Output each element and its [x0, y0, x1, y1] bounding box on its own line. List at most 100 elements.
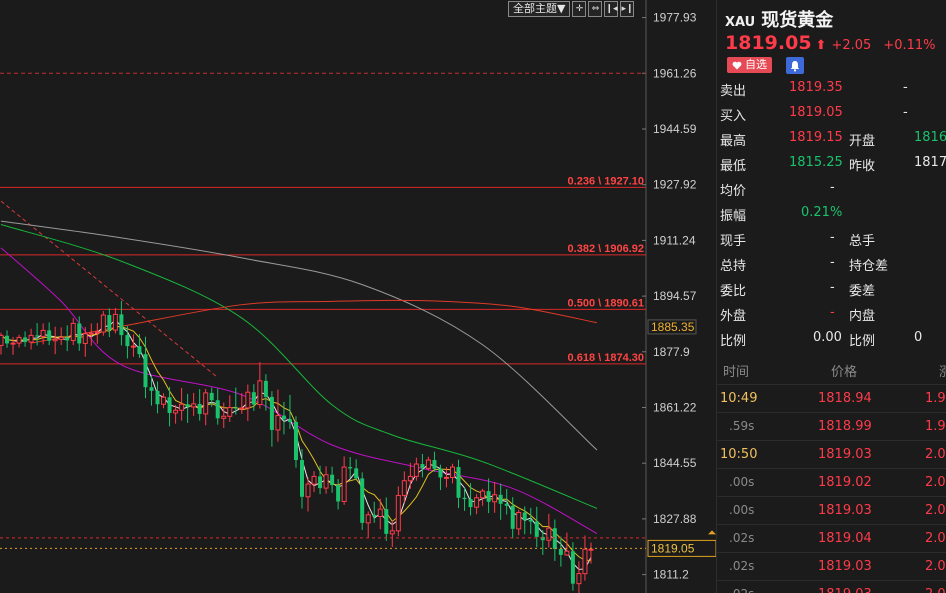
tick-row[interactable]: .02s 1819.04 2.04: [717, 524, 946, 553]
candle-body: [239, 407, 245, 410]
tick-row[interactable]: 10:50 1819.03 2.03: [717, 440, 946, 469]
field-label: 振幅: [720, 209, 747, 224]
candle-body: [52, 338, 58, 342]
field-label: 比例: [849, 334, 876, 349]
field-value: -: [903, 80, 908, 95]
candle-body: [372, 514, 377, 517]
tick-change: 2.03: [925, 447, 946, 462]
field-value: -: [830, 255, 835, 270]
crosshair-icon[interactable]: ✛: [572, 1, 587, 17]
candle-body: [564, 550, 570, 556]
last-price-marker-icon: [708, 530, 716, 535]
quote-field-row: 委比 - 委差: [717, 280, 946, 304]
quote-field-row: 卖出 1819.35 -: [717, 80, 946, 104]
candle-body: [185, 404, 190, 407]
tick-row[interactable]: 10:49 1818.94 1.94: [717, 384, 946, 413]
ticks-header-extra: 涨: [939, 361, 946, 380]
candle-body: [305, 483, 311, 498]
candle-body: [23, 337, 28, 343]
candle-body: [318, 476, 323, 489]
quote-field-row: 总持 - 持仓差: [717, 255, 946, 279]
tick-row[interactable]: .02s 1819.03 2.03: [717, 580, 946, 593]
watch-label: 自选: [745, 58, 767, 71]
fib-level-label: 0.236 \ 1927.10: [568, 175, 644, 187]
candle-body: [336, 485, 341, 502]
tick-time: 10:50: [720, 447, 758, 462]
candle-body: [504, 503, 509, 506]
tick-change: 2.03: [925, 587, 946, 593]
candle-body: [88, 332, 94, 335]
candle-body: [413, 463, 419, 477]
field-label: 持仓差: [849, 259, 889, 274]
chart-toolbar: 全部主题▼ ✛ ⇔ ❙◂ ▸❙: [508, 1, 635, 17]
y-tick-label: 1827.88: [653, 512, 697, 526]
candle-body: [203, 392, 209, 415]
kline-chart[interactable]: 1977.93 1961.26 1944.59 1927.92 1911.24 1894.…: [0, 0, 716, 593]
candle-body: [287, 419, 292, 422]
candle-body: [450, 466, 455, 478]
candle-body: [492, 494, 498, 503]
field-value: 1819.35: [789, 80, 843, 95]
candle-body: [546, 527, 552, 541]
candle-body: [420, 464, 425, 469]
candle-body: [540, 536, 545, 541]
candle-body: [119, 314, 124, 336]
tick-row[interactable]: .00s 1819.03 2.03: [717, 496, 946, 525]
candle-body: [257, 380, 263, 406]
quote-actions: 自选: [727, 57, 804, 74]
heart-icon: [732, 61, 742, 69]
field-value: -: [830, 230, 835, 245]
tick-price: 1819.02: [818, 475, 872, 490]
field-label: 比例: [720, 334, 747, 349]
candle-body: [143, 354, 148, 388]
moving-average-line: [0, 224, 598, 509]
candle-body: [384, 509, 389, 534]
trend-line: [0, 200, 219, 378]
moving-average-line: [0, 247, 598, 534]
tick-price: 1819.03: [818, 559, 872, 574]
alert-button[interactable]: [786, 57, 804, 74]
candle-body: [130, 345, 136, 348]
candle-body: [323, 474, 329, 489]
field-label: 总持: [720, 259, 747, 274]
candle-body: [365, 514, 371, 524]
candle-body: [137, 346, 142, 355]
candle-body: [263, 380, 268, 397]
candle-body: [161, 396, 167, 405]
quote-field-row: 最低 1815.25 昨收 1817: [717, 155, 946, 179]
price-change-pct: +0.11%: [883, 38, 936, 53]
kline-chart-canvas[interactable]: 1977.93 1961.26 1944.59 1927.92 1911.24 1894.…: [0, 0, 716, 593]
tick-change: 2.04: [925, 531, 946, 546]
candle-body: [330, 474, 335, 486]
tick-row[interactable]: .02s 1819.03 2.03: [717, 552, 946, 581]
candle-body: [468, 499, 473, 508]
tick-row[interactable]: .59s 1818.99 1.99: [717, 412, 946, 441]
field-label: 最低: [720, 159, 747, 174]
tick-price: 1819.03: [818, 587, 872, 593]
tick-time: .02s: [729, 587, 754, 593]
scroll-right-icon[interactable]: ▸❙: [620, 1, 635, 17]
field-label: 卖出: [720, 84, 747, 99]
candle-body: [149, 387, 154, 391]
tick-change: 2.03: [925, 503, 946, 518]
candle-body: [281, 415, 286, 420]
candle-body: [377, 508, 383, 517]
candle-body: [341, 466, 347, 502]
theme-select[interactable]: 全部主题▼: [508, 1, 571, 17]
add-watchlist-button[interactable]: 自选: [727, 57, 772, 73]
zoom-icon[interactable]: ⇔: [588, 1, 603, 17]
price-row: 1819.05 ⬆ +2.05 +0.11%: [725, 32, 936, 54]
up-arrow-icon: ⬆: [815, 38, 827, 53]
instrument-code: XAU: [725, 15, 756, 30]
ticks-header-time: 时间: [723, 365, 750, 380]
field-label: 开盘: [849, 134, 876, 149]
tick-change: 2.03: [925, 559, 946, 574]
candle-body: [35, 335, 40, 337]
scroll-left-icon[interactable]: ❙◂: [604, 1, 619, 17]
candle-body: [251, 392, 256, 405]
field-value: 1817: [914, 155, 946, 170]
candle-body: [16, 336, 22, 344]
fib-level-label: 0.500 \ 1890.61: [568, 297, 644, 309]
candle-body: [443, 476, 449, 479]
tick-row[interactable]: .00s 1819.02 2.02: [717, 468, 946, 497]
